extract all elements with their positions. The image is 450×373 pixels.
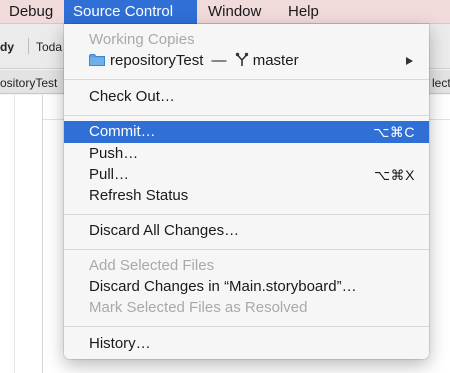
toolbar-divider xyxy=(28,38,29,54)
screen: dy Toda ositoryTest lect Debug Source Co… xyxy=(0,0,450,373)
menu-item-discard-all-changes[interactable]: Discard All Changes… xyxy=(64,220,429,242)
menu-separator xyxy=(64,326,429,327)
menu-help[interactable]: Help xyxy=(279,0,328,24)
folder-icon xyxy=(89,51,105,66)
menu-item-mark-resolved[interactable]: Mark Selected Files as Resolved xyxy=(64,297,429,319)
working-copy-branch-label: master xyxy=(252,52,299,69)
editor-gutter-line xyxy=(42,95,43,373)
menu-window[interactable]: Window xyxy=(199,0,270,24)
menu-item-commit[interactable]: Commit… ⌥⌘C xyxy=(64,121,429,143)
menu-item-working-copy[interactable]: repositoryTest — master xyxy=(64,50,429,72)
toolbar-time-text: Toda xyxy=(36,40,63,54)
working-copy-separator: — xyxy=(211,52,227,69)
commit-shortcut: ⌥⌘C xyxy=(373,124,415,140)
menu-debug[interactable]: Debug xyxy=(0,0,62,24)
menu-separator xyxy=(64,214,429,215)
branch-icon xyxy=(235,52,249,67)
editor-tab-left[interactable]: ositoryTest xyxy=(0,76,57,90)
toolbar-status-text: dy xyxy=(0,40,15,54)
navigator-line xyxy=(14,95,15,373)
working-copy-repo-label: repositoryTest xyxy=(110,52,204,69)
pull-label: Pull… xyxy=(89,166,130,183)
menu-item-history[interactable]: History… xyxy=(64,333,429,355)
menu-separator xyxy=(64,79,429,80)
commit-label: Commit… xyxy=(89,123,156,140)
menu-item-refresh-status[interactable]: Refresh Status xyxy=(64,185,429,207)
submenu-arrow-icon xyxy=(406,57,413,65)
menu-item-discard-changes-in-file[interactable]: Discard Changes in “Main.storyboard”… xyxy=(64,276,429,298)
menu-source-control[interactable]: Source Control xyxy=(64,0,197,24)
menu-separator xyxy=(64,115,429,116)
menu-item-add-selected-files[interactable]: Add Selected Files xyxy=(64,255,429,277)
pull-shortcut: ⌥⌘X xyxy=(374,167,415,183)
menu-item-check-out[interactable]: Check Out… xyxy=(64,86,429,108)
menu-separator xyxy=(64,249,429,250)
working-copies-header: Working Copies xyxy=(89,31,195,48)
source-control-menu: Working Copies repositoryTest — master C… xyxy=(64,24,429,359)
menu-bar: Debug Source Control Window Help xyxy=(0,0,450,24)
menu-item-push[interactable]: Push… xyxy=(64,143,429,165)
menu-item-pull[interactable]: Pull… ⌥⌘X xyxy=(64,164,429,186)
editor-tab-right[interactable]: lect xyxy=(432,76,450,90)
